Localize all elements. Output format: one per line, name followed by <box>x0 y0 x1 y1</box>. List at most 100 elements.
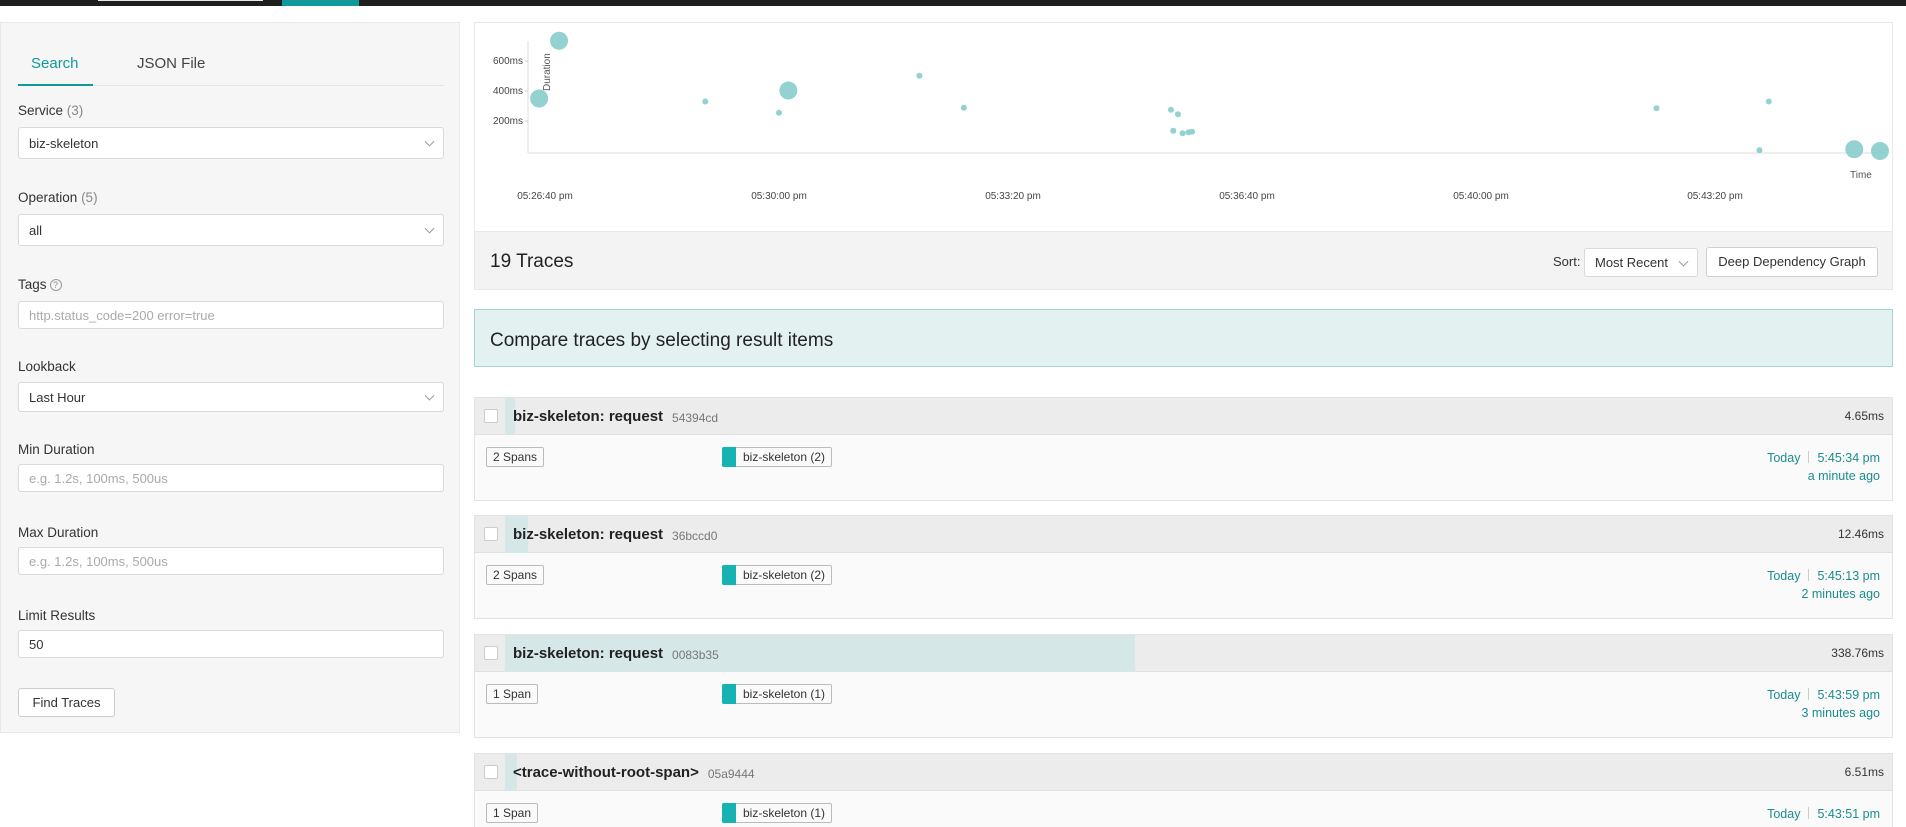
min-duration-placeholder: e.g. 1.2s, 100ms, 500us <box>29 470 168 486</box>
active-tab-underline <box>18 84 93 86</box>
trace-timestamp: Today 5:45:34 pm a minute ago <box>1767 449 1880 485</box>
trace-header[interactable]: <trace-without-root-span> 05a9444 6.51ms <box>475 754 1892 791</box>
top-nav-bar <box>0 0 1906 6</box>
trace-header[interactable]: biz-skeleton: request 0083b35 338.76ms <box>475 635 1892 672</box>
trace-timestamp: Today 5:43:51 pm <box>1767 805 1880 823</box>
sort-select[interactable]: Most Recent <box>1584 248 1698 277</box>
trace-point[interactable] <box>530 89 549 108</box>
limit-results-input[interactable]: 50 <box>18 630 444 658</box>
trace-result-item[interactable]: <trace-without-root-span> 05a9444 6.51ms 1 … <box>474 753 1893 827</box>
trace-result-item[interactable]: biz-skeleton: request 54394cd 4.65ms 2 Span… <box>474 397 1893 501</box>
service-tag: biz-skeleton (1) <box>722 803 833 823</box>
tab-search[interactable]: Search <box>31 55 79 72</box>
trace-count: 19 Traces <box>490 251 574 272</box>
service-tag: biz-skeleton (1) <box>722 684 833 704</box>
trace-day: Today <box>1767 688 1801 702</box>
trace-title[interactable]: biz-skeleton: request <box>513 408 663 425</box>
trace-id: 0083b35 <box>672 648 719 662</box>
service-color-swatch <box>722 565 736 585</box>
trace-title[interactable]: <trace-without-root-span> <box>513 764 699 781</box>
trace-header[interactable]: biz-skeleton: request 36bccd0 12.46ms <box>475 516 1892 553</box>
trace-id: 54394cd <box>672 411 719 425</box>
service-color-swatch <box>722 684 736 704</box>
trace-point[interactable] <box>1174 111 1181 118</box>
trace-select-checkbox[interactable] <box>484 765 498 779</box>
help-icon[interactable]: ? <box>49 279 62 291</box>
compare-traces-banner: Compare traces by selecting result items <box>474 309 1893 367</box>
trace-time: 5:43:59 pm <box>1817 688 1880 702</box>
span-count-badge: 1 Span <box>486 803 539 823</box>
max-duration-placeholder: e.g. 1.2s, 100ms, 500us <box>29 553 168 569</box>
min-duration-label: Min Duration <box>18 442 95 457</box>
trace-point[interactable] <box>1765 98 1772 105</box>
min-duration-input[interactable]: e.g. 1.2s, 100ms, 500us <box>18 464 444 492</box>
trace-timestamp: Today 5:45:13 pm 2 minutes ago <box>1767 567 1880 603</box>
trace-point[interactable] <box>1870 142 1889 160</box>
trace-select-checkbox[interactable] <box>484 646 498 660</box>
deep-dependency-graph-button[interactable]: Deep Dependency Graph <box>1706 247 1878 277</box>
service-tag: biz-skeleton (2) <box>722 565 833 585</box>
service-count: (3) <box>66 103 84 118</box>
trace-point[interactable] <box>1167 106 1174 113</box>
service-label: Service (3) <box>18 103 84 118</box>
trace-point[interactable] <box>960 104 967 111</box>
operation-count: (5) <box>81 190 98 205</box>
limit-results-value: 50 <box>29 636 44 652</box>
trace-select-checkbox[interactable] <box>484 409 498 423</box>
trace-point[interactable] <box>1653 105 1660 112</box>
service-select[interactable]: biz-skeleton <box>18 127 444 159</box>
trace-result-item[interactable]: biz-skeleton: request 36bccd0 12.46ms 2 Spa… <box>474 515 1893 619</box>
trace-result-item[interactable]: biz-skeleton: request 0083b35 338.76ms 1 Sp… <box>474 634 1893 738</box>
tags-input[interactable]: http.status_code=200 error=true <box>18 301 444 329</box>
x-tick-label: 05:33:20 pm <box>985 191 1041 202</box>
trace-title[interactable]: biz-skeleton: request <box>513 526 663 543</box>
trace-point[interactable] <box>776 109 782 116</box>
operation-select[interactable]: all <box>18 214 444 246</box>
y-tick-label: 200ms <box>493 116 523 127</box>
limit-results-label: Limit Results <box>18 608 96 623</box>
trace-title[interactable]: biz-skeleton: request <box>513 645 663 662</box>
trace-point[interactable] <box>916 72 923 79</box>
tab-json-file[interactable]: JSON File <box>137 55 205 72</box>
results-summary: 19 Traces Sort: Most Recent Deep Depende… <box>474 232 1893 290</box>
x-tick-label: 05:36:40 pm <box>1219 191 1275 202</box>
trace-scatter-chart[interactable]: 200ms 400ms 600ms 05:26:40 pm 05:30:00 pm 05:… <box>475 23 1894 233</box>
trace-relative-time: 3 minutes ago <box>1801 706 1880 720</box>
trace-point[interactable] <box>1179 130 1186 137</box>
chevron-down-icon <box>424 136 435 147</box>
trace-duration: 6.51ms <box>1844 765 1884 779</box>
compare-banner-text: Compare traces by selecting result items <box>490 330 834 351</box>
sort-label: Sort: <box>1553 254 1581 269</box>
chevron-down-icon <box>1678 256 1689 267</box>
trace-day: Today <box>1767 451 1801 465</box>
trace-point[interactable] <box>1170 127 1177 134</box>
trace-point[interactable] <box>779 81 798 100</box>
trace-point[interactable] <box>1756 147 1763 154</box>
max-duration-input[interactable]: e.g. 1.2s, 100ms, 500us <box>18 547 444 575</box>
lookback-select[interactable]: Last Hour <box>18 382 444 412</box>
trace-point[interactable] <box>702 98 709 105</box>
trace-day: Today <box>1767 569 1801 583</box>
trace-scatter-chart-panel: 200ms 400ms 600ms 05:26:40 pm 05:30:00 pm 05:… <box>474 22 1893 232</box>
trace-point[interactable] <box>1845 140 1864 159</box>
x-tick-label: 05:40:00 pm <box>1453 191 1509 202</box>
trace-point[interactable] <box>1189 128 1196 135</box>
trace-point[interactable] <box>550 31 569 50</box>
timestamp-divider <box>1808 688 1810 700</box>
find-traces-button[interactable]: Find Traces <box>18 688 115 717</box>
trace-header[interactable]: biz-skeleton: request 54394cd 4.65ms <box>475 398 1892 435</box>
max-duration-label: Max Duration <box>18 525 99 540</box>
trace-select-checkbox[interactable] <box>484 527 498 541</box>
service-tag-label: biz-skeleton (1) <box>743 687 826 701</box>
nav-search-box[interactable] <box>98 0 263 1</box>
chevron-down-icon <box>424 390 435 401</box>
trace-time: 5:43:51 pm <box>1817 807 1880 821</box>
sort-select-value: Most Recent <box>1595 255 1668 270</box>
x-tick-label: 05:30:00 pm <box>751 191 807 202</box>
nav-active-tab-indicator[interactable] <box>282 0 359 6</box>
search-panel: Search JSON File Service (3) biz-skeleto… <box>0 22 460 733</box>
timestamp-divider <box>1808 451 1810 463</box>
span-count-badge: 2 Spans <box>486 565 545 585</box>
trace-day: Today <box>1767 807 1801 821</box>
span-count-badge: 1 Span <box>486 684 539 704</box>
